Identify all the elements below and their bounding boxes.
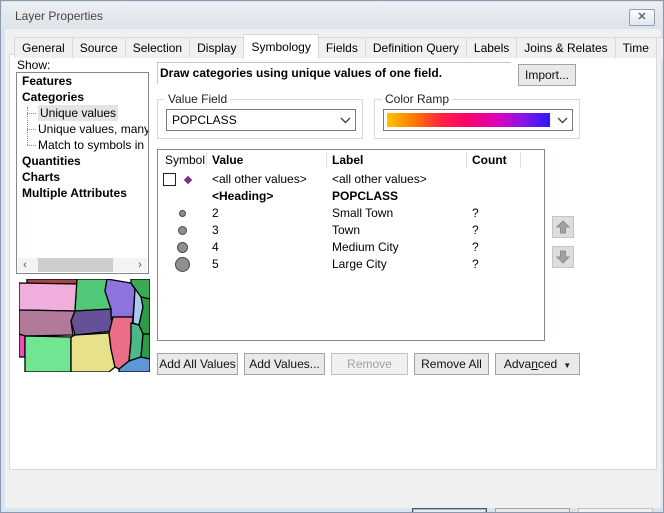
cell-count: ? (472, 205, 479, 222)
cell-value: 3 (212, 222, 219, 239)
renderer-tree: Features Categories Unique values Unique… (16, 72, 149, 274)
table-row-class-4[interactable]: 4 Medium City ? (158, 239, 544, 256)
tab-symbology[interactable]: Symbology (243, 34, 318, 59)
tab-labels[interactable]: Labels (466, 37, 517, 58)
column-header-value[interactable]: Value (212, 150, 243, 170)
column-separator[interactable] (520, 152, 521, 168)
chevron-down-icon (340, 117, 351, 124)
arrow-down-icon (556, 250, 570, 264)
color-ramp-swatch (387, 113, 550, 127)
cell-count: ? (472, 239, 479, 256)
column-separator[interactable] (466, 152, 467, 168)
cancel-button[interactable]: Cancel (495, 508, 570, 513)
table-row-heading[interactable]: <Heading> POPCLASS (158, 188, 544, 205)
color-ramp-legend: Color Ramp (382, 92, 452, 106)
remove-button[interactable]: Remove (331, 353, 408, 375)
import-button[interactable]: Import... (518, 64, 576, 86)
cell-count: ? (472, 222, 479, 239)
method-description: Draw categories using unique values of o… (160, 66, 442, 80)
show-label: Show: (17, 58, 50, 72)
apply-button[interactable]: Apply (578, 508, 653, 513)
tree-item-features[interactable]: Features (17, 73, 148, 89)
cell-value: 4 (212, 239, 219, 256)
dialog-client-area: General Source Selection Display Symbolo… (5, 29, 661, 508)
graduated-symbol-icon[interactable] (177, 242, 188, 253)
add-values-button[interactable]: Add Values... (244, 353, 325, 375)
tab-display[interactable]: Display (189, 37, 244, 58)
cell-label: Small Town (332, 205, 393, 222)
horizontal-scrollbar[interactable]: ‹ › (18, 258, 147, 272)
table-row-class-2[interactable]: 2 Small Town ? (158, 205, 544, 222)
advanced-button[interactable]: Advanced▼ (495, 353, 580, 375)
cell-value: <Heading> (212, 188, 273, 205)
tree-item-multiple-attributes[interactable]: Multiple Attributes (17, 185, 148, 201)
map-preview (19, 279, 150, 372)
cell-label: Large City (332, 255, 387, 274)
scroll-left-icon[interactable]: ‹ (18, 258, 32, 272)
graduated-symbol-icon[interactable] (175, 257, 190, 272)
close-button[interactable]: ✕ (629, 9, 655, 26)
tree-item-categories[interactable]: Categories (17, 89, 148, 105)
value-field-combobox[interactable]: POPCLASS (166, 109, 356, 131)
selected-item-highlight: Unique values (38, 105, 118, 121)
tab-strip: General Source Selection Display Symbolo… (14, 34, 664, 58)
column-header-count[interactable]: Count (472, 150, 507, 170)
value-field-value: POPCLASS (172, 113, 237, 127)
value-field-legend: Value Field (165, 92, 230, 106)
cell-label: Medium City (332, 239, 399, 256)
column-header-symbol[interactable]: Symbol (165, 150, 205, 170)
cell-label: <all other values> (332, 171, 427, 188)
table-row-class-3[interactable]: 3 Town ? (158, 222, 544, 239)
tab-html-popup[interactable]: HTML Popup (656, 37, 664, 58)
cell-count: ? (472, 255, 479, 274)
all-other-values-checkbox[interactable] (163, 173, 176, 186)
scrollbar-thumb[interactable] (38, 258, 113, 272)
tab-general[interactable]: General (14, 37, 73, 58)
scroll-right-icon[interactable]: › (133, 258, 147, 272)
chevron-down-icon (557, 117, 568, 124)
symbology-page: Show: Features Categories Unique values … (9, 54, 657, 470)
move-up-button[interactable] (552, 216, 574, 238)
graduated-symbol-icon[interactable] (179, 210, 186, 217)
table-row-all-other-values[interactable]: <all other values> <all other values> (158, 171, 544, 188)
layer-properties-dialog: Layer Properties ✕ General Source Select… (0, 0, 664, 513)
move-down-button[interactable] (552, 246, 574, 268)
add-all-values-button[interactable]: Add All Values (157, 353, 238, 375)
cell-label: POPCLASS (332, 188, 398, 205)
column-separator[interactable] (206, 152, 207, 168)
cell-value: 5 (212, 255, 219, 274)
title-bar[interactable]: Layer Properties ✕ (2, 2, 662, 29)
cell-label: Town (332, 222, 360, 239)
unique-values-table: Symbol Value Label Count <all other valu… (157, 149, 545, 341)
tab-definition-query[interactable]: Definition Query (365, 37, 467, 58)
color-ramp-group: Color Ramp (374, 99, 580, 139)
arrow-up-icon (556, 220, 570, 234)
tree-item-charts[interactable]: Charts (17, 169, 148, 185)
ok-button[interactable]: OK (412, 508, 487, 513)
tab-source[interactable]: Source (72, 37, 126, 58)
all-other-values-symbol-icon[interactable] (184, 176, 192, 184)
cell-value: 2 (212, 205, 219, 222)
graduated-symbol-icon[interactable] (178, 226, 187, 235)
remove-all-button[interactable]: Remove All (414, 353, 489, 375)
window-title: Layer Properties (15, 9, 103, 23)
column-header-label[interactable]: Label (332, 150, 363, 170)
tab-fields[interactable]: Fields (318, 37, 366, 58)
color-ramp-combobox[interactable] (383, 109, 573, 131)
column-separator[interactable] (326, 152, 327, 168)
tree-item-quantities[interactable]: Quantities (17, 153, 148, 169)
tree-item-match-symbols[interactable]: Match to symbols in a (17, 137, 148, 153)
value-field-group: Value Field POPCLASS (157, 99, 363, 139)
table-row-class-5[interactable]: 5 Large City ? (158, 255, 544, 274)
tree-item-unique-values[interactable]: Unique values (17, 105, 148, 121)
dropdown-arrow-icon: ▼ (563, 361, 571, 370)
tab-time[interactable]: Time (615, 37, 657, 58)
tab-joins-relates[interactable]: Joins & Relates (516, 37, 615, 58)
tab-selection[interactable]: Selection (125, 37, 190, 58)
cell-value: <all other values> (212, 171, 307, 188)
tree-item-unique-values-many[interactable]: Unique values, many (17, 121, 148, 137)
